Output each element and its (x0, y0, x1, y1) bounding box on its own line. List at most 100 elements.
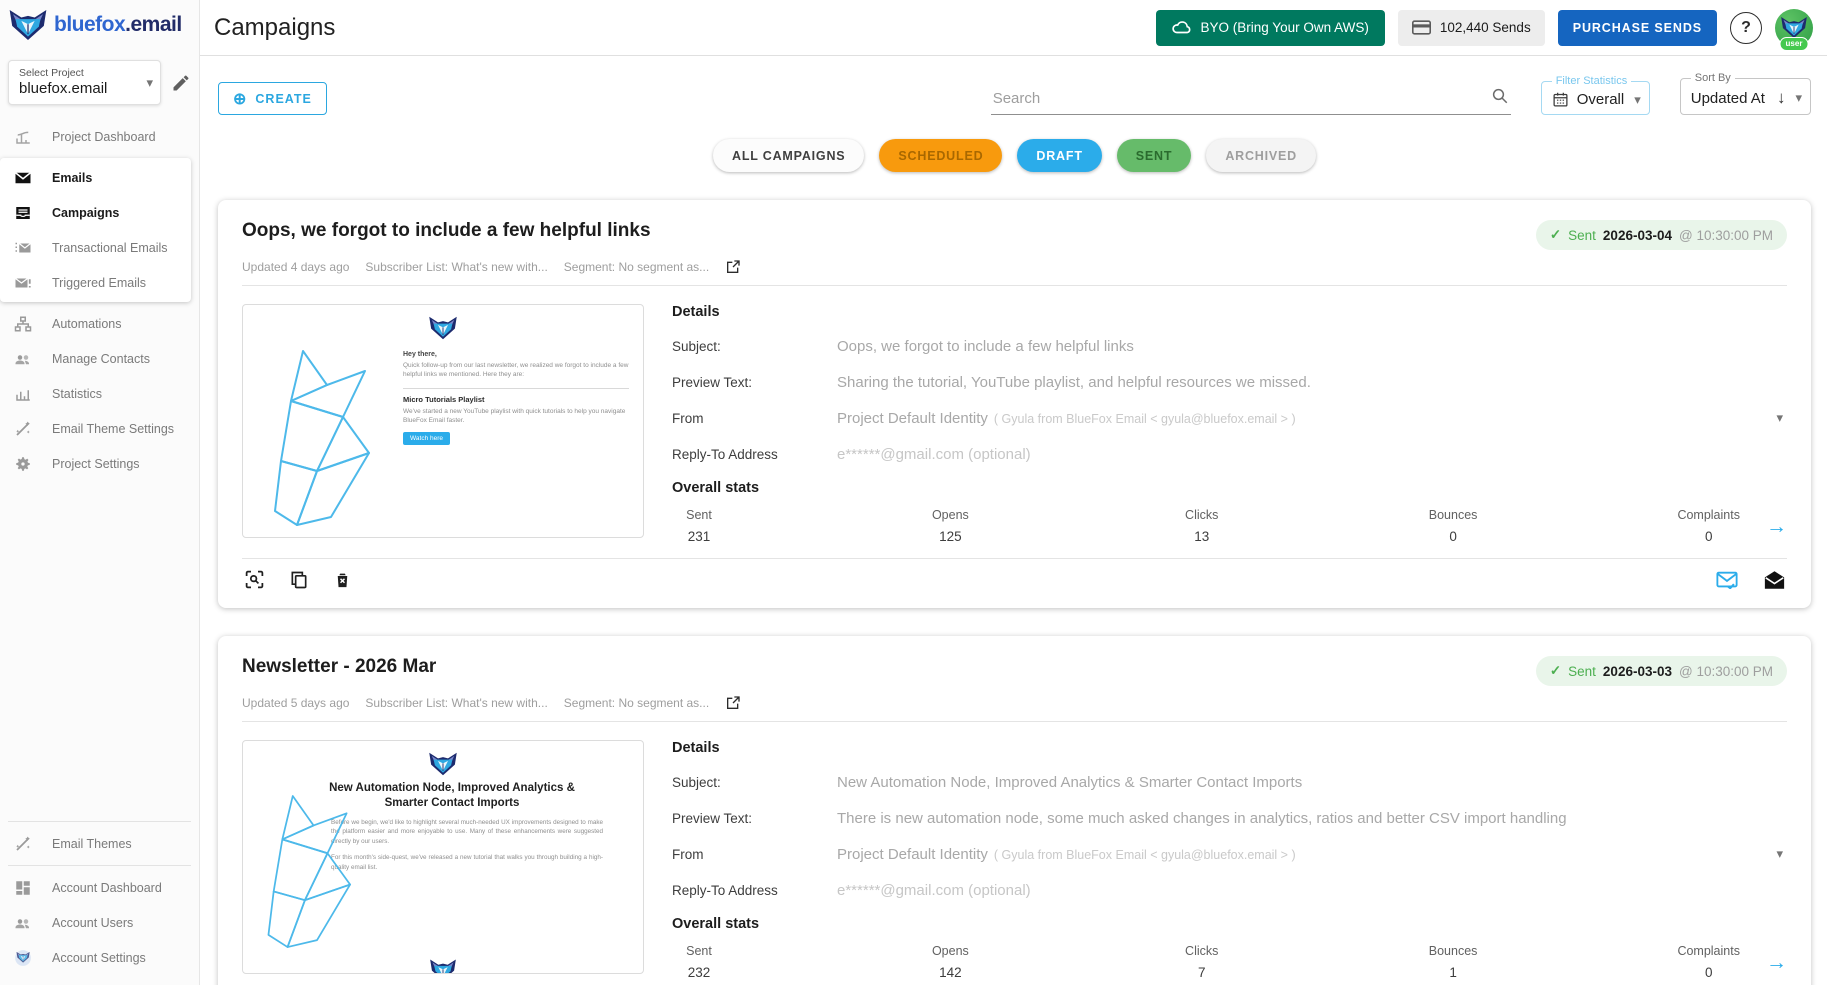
subject-label: Subject: (672, 775, 837, 790)
preview-campaign-button[interactable] (244, 569, 265, 590)
details-heading: Details (672, 304, 1787, 320)
sidebar-nav: Project Dashboard Emails Campaigns (0, 119, 199, 481)
brand-logo[interactable]: bluefox.email (0, 0, 199, 46)
help-button[interactable]: ? (1730, 12, 1762, 44)
subscriber-list-text: Subscriber List: What's new with... (365, 260, 547, 274)
delete-campaign-button[interactable] (333, 569, 352, 590)
sidebar-item-project-settings[interactable]: Project Settings (0, 446, 199, 481)
filter-statistics-label: Filter Statistics (1552, 75, 1632, 87)
sidebar-item-emails[interactable]: Emails (0, 160, 191, 195)
preview-text-value: There is new automation node, some much … (837, 810, 1567, 827)
create-campaign-button[interactable]: ⊕ CREATE (218, 82, 327, 115)
stat-opens: Opens125 (923, 508, 977, 544)
sidebar-item-email-theme-settings[interactable]: Email Theme Settings (0, 411, 199, 446)
sidebar-item-project-dashboard[interactable]: Project Dashboard (0, 119, 199, 154)
open-in-new-icon[interactable] (725, 695, 741, 711)
edit-project-button[interactable] (171, 73, 191, 93)
overall-stats-heading: Overall stats (672, 916, 1787, 932)
cloud-icon (1172, 20, 1192, 35)
sidebar-item-label: Triggered Emails (52, 276, 146, 290)
user-avatar[interactable]: user (1775, 9, 1813, 47)
from-label: From (672, 847, 837, 862)
copy-icon (289, 570, 309, 590)
tab-scheduled[interactable]: SCHEDULED (879, 139, 1002, 172)
campaign-title: Oops, we forgot to include a few helpful… (242, 220, 1536, 242)
view-stats-arrow-icon[interactable]: → (1766, 516, 1787, 537)
sidebar-item-account-dashboard[interactable]: Account Dashboard (0, 870, 199, 905)
divider (8, 865, 191, 866)
updated-at-text: Updated 4 days ago (242, 260, 349, 274)
chevron-down-icon[interactable]: ▾ (1776, 410, 1783, 426)
sidebar-item-label: Transactional Emails (52, 241, 168, 255)
tab-sent[interactable]: SENT (1117, 139, 1192, 172)
emails-nav-group: Emails Campaigns Transactional Emails (0, 158, 191, 302)
mark-email-read-button[interactable] (1716, 571, 1738, 589)
sidebar-item-automations[interactable]: Automations (0, 306, 199, 341)
filter-statistics-select[interactable]: Filter Statistics Overall ▾ (1541, 75, 1650, 115)
replyto-value[interactable]: e******@gmail.com (optional) (837, 882, 1031, 899)
preview-text-label: Preview Text: (672, 811, 837, 826)
duplicate-campaign-button[interactable] (289, 569, 309, 590)
email-section-title: Micro Tutorials Playlist (403, 395, 629, 404)
sidebar-item-account-settings[interactable]: Account Settings (0, 940, 199, 975)
sidebar-item-manage-contacts[interactable]: Manage Contacts (0, 341, 199, 376)
subject-label: Subject: (672, 339, 837, 354)
app-root: bluefox.email Select Project bluefox.ema… (0, 0, 1827, 985)
search-input[interactable] (991, 84, 1511, 115)
origami-fox-art (251, 789, 371, 954)
sidebar-item-label: Automations (52, 317, 121, 331)
overall-stats-heading: Overall stats (672, 480, 1787, 496)
sidebar-item-label: Manage Contacts (52, 352, 150, 366)
chevron-down-icon: ▾ (1795, 90, 1802, 106)
sort-by-value: Updated At (1691, 90, 1765, 107)
details-heading: Details (672, 740, 1787, 756)
stat-sent: Sent232 (672, 944, 726, 980)
envelope-check-icon (1716, 571, 1738, 589)
fox-logo-icon (428, 315, 458, 341)
tab-draft[interactable]: DRAFT (1017, 139, 1101, 172)
user-role-badge: user (1780, 37, 1809, 51)
tab-all-campaigns[interactable]: ALL CAMPAIGNS (713, 139, 864, 172)
sidebar-item-label: Project Dashboard (52, 130, 156, 144)
sort-direction-icon[interactable]: ↓ (1777, 88, 1786, 108)
open-envelope-button[interactable] (1764, 570, 1785, 590)
open-in-new-icon[interactable] (725, 259, 741, 275)
from-identity-value[interactable]: Project Default Identity( Gyula from Blu… (837, 846, 1296, 863)
replyto-value[interactable]: e******@gmail.com (optional) (837, 446, 1031, 463)
tab-archived[interactable]: ARCHIVED (1206, 139, 1316, 172)
purchase-sends-button[interactable]: PURCHASE SENDS (1558, 10, 1717, 46)
campaign-details: Details Subject: New Automation Node, Im… (644, 740, 1787, 980)
page-title: Campaigns (214, 14, 335, 42)
chevron-down-icon[interactable]: ▾ (146, 75, 153, 91)
replyto-label: Reply-To Address (672, 883, 837, 898)
sidebar-item-label: Campaigns (52, 206, 119, 220)
from-identity-value[interactable]: Project Default Identity( Gyula from Blu… (837, 410, 1296, 427)
email-body-text: We've started a new YouTube playlist wit… (403, 407, 629, 426)
segment-text: Segment: No segment as... (564, 260, 709, 274)
sidebar-item-campaigns[interactable]: Campaigns (0, 195, 191, 230)
sends-balance-chip[interactable]: 102,440 Sends (1398, 10, 1545, 46)
project-select-label: Select Project (19, 67, 136, 79)
stat-clicks: Clicks7 (1175, 944, 1229, 980)
status-filter-tabs: ALL CAMPAIGNS SCHEDULED DRAFT SENT ARCHI… (218, 139, 1811, 172)
byo-aws-button[interactable]: BYO (Bring Your Own AWS) (1156, 10, 1385, 46)
sidebar-item-account-users[interactable]: Account Users (0, 905, 199, 940)
filter-statistics-value: Overall (1577, 91, 1625, 108)
view-stats-arrow-icon[interactable]: → (1766, 952, 1787, 973)
sidebar-item-statistics[interactable]: Statistics (0, 376, 199, 411)
email-preview-thumbnail[interactable]: Hey there, Quick follow-up from our last… (242, 304, 644, 538)
campaigns-toolbar: ⊕ CREATE Filter Statistics Overall ▾ (218, 72, 1811, 115)
search-icon[interactable] (1491, 87, 1509, 108)
sidebar-item-label: Account Dashboard (52, 881, 162, 895)
sidebar-item-triggered-emails[interactable]: Triggered Emails (0, 265, 191, 300)
sort-by-select[interactable]: Sort By Updated At ↓ ▾ (1680, 72, 1811, 115)
sidebar-item-label: Account Users (52, 916, 133, 930)
sidebar-item-transactional-emails[interactable]: Transactional Emails (0, 230, 191, 265)
chevron-down-icon[interactable]: ▾ (1776, 846, 1783, 862)
sidebar-item-email-themes[interactable]: Email Themes (0, 826, 199, 861)
sidebar-item-label: Email Themes (52, 837, 132, 851)
project-select-value: bluefox.email (19, 80, 136, 97)
project-select[interactable]: Select Project bluefox.email ▾ (8, 60, 161, 105)
email-preview-thumbnail[interactable]: New Automation Node, Improved Analytics … (242, 740, 644, 974)
drafts-icon (1764, 570, 1785, 590)
